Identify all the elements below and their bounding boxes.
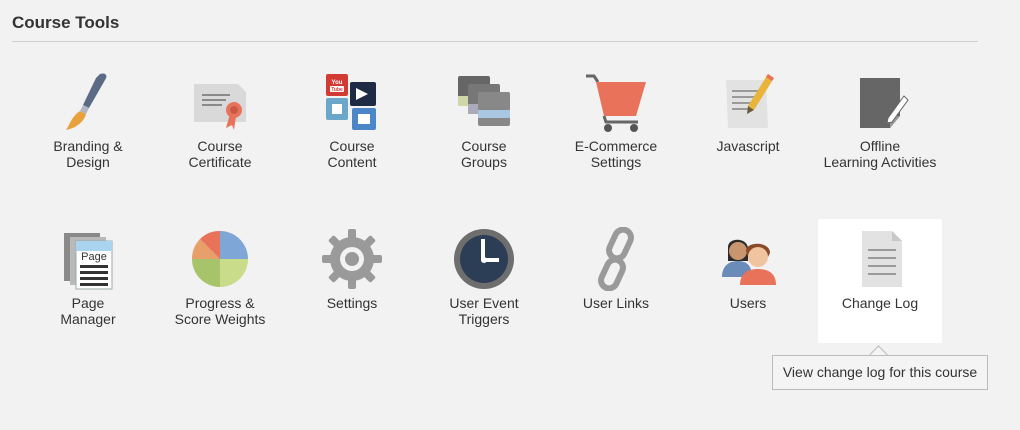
tool-label: Settings	[326, 295, 378, 311]
gear-icon	[320, 227, 384, 291]
tool-course-certificate[interactable]: Course Certificate	[158, 62, 282, 186]
tool-label: Course Content	[327, 138, 377, 170]
tool-users[interactable]: Users	[686, 219, 810, 343]
shopping-cart-icon	[584, 70, 648, 134]
tool-user-links[interactable]: User Links	[554, 219, 678, 343]
tool-course-content[interactable]: You Tube Course Content	[290, 62, 414, 186]
paintbrush-icon	[56, 70, 120, 134]
tool-label: Page Manager	[60, 295, 116, 327]
svg-text:You: You	[332, 80, 343, 86]
tool-change-log[interactable]: Change Log	[818, 219, 942, 343]
tool-label: Users	[729, 295, 767, 311]
tool-label: E-Commerce Settings	[574, 138, 658, 170]
tool-label: User Links	[582, 295, 650, 311]
tooltip: View change log for this course	[772, 355, 988, 390]
tool-label: User Event Triggers	[449, 295, 519, 327]
tool-branding-design[interactable]: Branding & Design	[26, 62, 150, 186]
tool-user-event-triggers[interactable]: User Event Triggers	[422, 219, 546, 343]
users-icon	[716, 227, 780, 291]
certificate-icon	[188, 70, 252, 134]
tool-javascript[interactable]: Javascript	[686, 62, 810, 186]
tool-label: Offline Learning Activities	[823, 138, 937, 170]
svg-text:Tube: Tube	[331, 87, 343, 93]
tool-page-manager[interactable]: Page Page Manager	[26, 219, 150, 343]
page-stack-icon: Page	[56, 227, 120, 291]
course-content-icon: You Tube	[320, 70, 384, 134]
tool-course-groups[interactable]: Course Groups	[422, 62, 546, 186]
section-title: Course Tools	[12, 13, 120, 32]
clock-icon	[452, 227, 516, 291]
tool-label: Change Log	[841, 295, 919, 311]
tool-label: Javascript	[716, 138, 780, 154]
tool-progress-score-weights[interactable]: Progress & Score Weights	[158, 219, 282, 343]
tool-label: Course Groups	[461, 138, 507, 170]
document-icon	[848, 227, 912, 291]
tool-label: Progress & Score Weights	[174, 295, 266, 327]
course-groups-icon	[452, 70, 516, 134]
pie-chart-icon	[188, 227, 252, 291]
svg-text:Page: Page	[81, 251, 107, 263]
section-divider	[12, 41, 978, 42]
document-pencil-icon	[716, 70, 780, 134]
notepad-pencil-icon	[848, 70, 912, 134]
tool-settings[interactable]: Settings	[290, 219, 414, 343]
chain-link-icon	[584, 227, 648, 291]
tool-offline-learning-activities[interactable]: Offline Learning Activities	[818, 62, 942, 186]
tool-ecommerce-settings[interactable]: E-Commerce Settings	[554, 62, 678, 186]
tool-label: Course Certificate	[188, 138, 252, 170]
tool-label: Branding & Design	[53, 138, 123, 170]
